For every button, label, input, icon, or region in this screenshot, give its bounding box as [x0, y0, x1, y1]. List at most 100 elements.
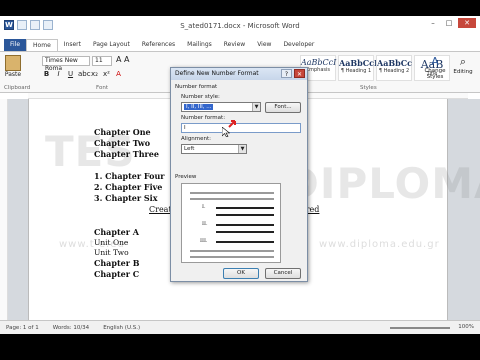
dialog-close-button[interactable]: ✕ — [294, 69, 305, 78]
format-buttons: B I U abc x₂ x² A — [42, 70, 123, 78]
format-preview: I. II. III. — [181, 183, 281, 263]
tab-file[interactable]: File — [4, 39, 27, 51]
doc-line: Chapter B — [94, 258, 140, 268]
preview-line — [216, 214, 274, 216]
strikethrough-icon[interactable]: abc — [78, 70, 91, 78]
doc-line: Chapter A — [94, 227, 139, 237]
letterbox-top — [0, 0, 480, 16]
preview-label: Preview — [175, 174, 197, 180]
preview-line — [190, 198, 274, 200]
tab-view[interactable]: View — [251, 39, 277, 51]
preview-number: III. — [200, 238, 208, 244]
letterbox-bottom — [0, 334, 480, 360]
doc-line: Unit One — [94, 238, 129, 247]
font-group-label: Font — [96, 85, 108, 91]
style-heading-2[interactable]: AaBbCc ¶ Heading 2 — [376, 55, 412, 81]
editing-button[interactable]: ⌕ Editing — [450, 55, 476, 75]
doc-line: Chapter C — [94, 269, 140, 279]
dialog-body: Number format Number style: I, II, III, … — [171, 80, 307, 282]
preview-line — [216, 224, 274, 226]
alignment-value: Left — [184, 146, 195, 152]
number-format-label: Number format: — [181, 115, 226, 121]
cancel-button[interactable]: Cancel — [265, 268, 301, 279]
font-name-select[interactable]: Times New Roma — [42, 56, 90, 72]
number-format-input[interactable]: I — [181, 123, 301, 133]
window-title: S_ated0171.docx - Microsoft Word — [180, 22, 300, 30]
underline-icon[interactable]: U — [66, 70, 75, 78]
mouse-cursor-icon — [222, 127, 230, 137]
number-style-value: I, II, III, ... — [184, 104, 214, 110]
ribbon-tabs: File Home Insert Page Layout References … — [0, 38, 480, 51]
chevron-down-icon: ▼ — [252, 103, 260, 111]
doc-line: Chapter Three — [94, 149, 159, 159]
alignment-select[interactable]: Left ▼ — [181, 144, 247, 154]
subscript-icon[interactable]: x₂ — [90, 70, 99, 78]
font-button[interactable]: Font... — [265, 102, 301, 113]
watermark-brand-right: DIPLOMA — [284, 159, 480, 208]
preview-line — [190, 192, 274, 194]
dialog-title: Define New Number Format — [175, 70, 259, 77]
preview-line — [190, 256, 274, 258]
close-button[interactable]: ✕ — [458, 18, 476, 28]
numbered-item: 1. Chapter Four — [94, 171, 165, 181]
page-count[interactable]: Page: 1 of 1 — [6, 325, 39, 331]
font-color-icon[interactable]: A — [114, 70, 123, 78]
change-styles-icon: A — [431, 55, 439, 68]
numbered-item: 2. Chapter Five — [94, 182, 163, 192]
dialog-controls: ? ✕ — [281, 69, 305, 78]
language-indicator[interactable]: English (U.S.) — [103, 325, 140, 331]
style-preview: AaBbCcI — [339, 58, 378, 68]
maximize-button[interactable]: □ — [442, 18, 456, 28]
status-bar: Page: 1 of 1 Words: 10/34 English (U.S.)… — [0, 320, 480, 334]
tab-insert[interactable]: Insert — [58, 39, 87, 51]
style-heading-1[interactable]: AaBbCcI ¶ Heading 1 — [338, 55, 378, 81]
paste-button[interactable]: Paste — [4, 55, 22, 79]
grow-font-icon[interactable]: A A — [116, 55, 130, 64]
clipboard-icon — [5, 55, 21, 71]
preview-line — [216, 207, 274, 209]
style-preview: AaBbCcI — [301, 58, 337, 67]
dialog-title-bar[interactable]: Define New Number Format ? ✕ — [171, 68, 307, 80]
preview-line — [216, 241, 274, 243]
tab-page-layout[interactable]: Page Layout — [87, 39, 136, 51]
numbered-item: 3. Chapter Six — [94, 193, 158, 203]
tab-home[interactable]: Home — [26, 39, 58, 51]
italic-icon[interactable]: I — [54, 70, 63, 78]
help-button[interactable]: ? — [281, 69, 292, 78]
change-styles-label: Change Styles — [424, 68, 446, 80]
tab-review[interactable]: Review — [218, 39, 251, 51]
alignment-label: Alignment: — [181, 136, 212, 142]
chevron-down-icon: ▼ — [238, 145, 246, 153]
doc-line: Chapter One — [94, 127, 151, 137]
vertical-ruler[interactable] — [0, 99, 8, 320]
tab-developer[interactable]: Developer — [277, 39, 320, 51]
zoom-level[interactable]: 100% — [458, 324, 474, 330]
editing-label: Editing — [453, 69, 473, 75]
doc-line: Unit Two — [94, 248, 129, 257]
preview-number: II. — [202, 221, 208, 227]
tab-references[interactable]: References — [136, 39, 181, 51]
window-controls: – □ ✕ — [426, 18, 476, 28]
number-style-select[interactable]: I, II, III, ... ▼ — [181, 102, 261, 112]
word-count[interactable]: Words: 10/34 — [53, 325, 89, 331]
superscript-icon[interactable]: x² — [102, 70, 111, 78]
tab-mailings[interactable]: Mailings — [181, 39, 218, 51]
clipboard-group-label: Clipboard — [4, 85, 31, 91]
number-format-section-label: Number format — [175, 84, 218, 90]
word-window: W S_ated0171.docx - Microsoft Word – □ ✕… — [0, 0, 480, 360]
font-size-select[interactable]: 11 — [92, 56, 112, 66]
bold-icon[interactable]: B — [42, 70, 51, 78]
binoculars-icon: ⌕ — [459, 55, 467, 68]
minimize-button[interactable]: – — [426, 18, 440, 28]
watermark-url-right: www.diploma.edu.gr — [319, 239, 440, 250]
preview-line — [216, 231, 274, 233]
ok-button[interactable]: OK — [223, 268, 259, 279]
red-arrow-icon — [228, 120, 236, 128]
define-number-format-dialog: Define New Number Format ? ✕ Number form… — [170, 67, 308, 282]
style-name: ¶ Heading 2 — [378, 68, 410, 74]
paste-label: Paste — [4, 71, 22, 78]
zoom-slider[interactable] — [390, 327, 450, 329]
change-styles-button[interactable]: A Change Styles — [424, 55, 446, 80]
number-style-label: Number style: — [181, 94, 220, 100]
preview-line — [190, 250, 274, 252]
